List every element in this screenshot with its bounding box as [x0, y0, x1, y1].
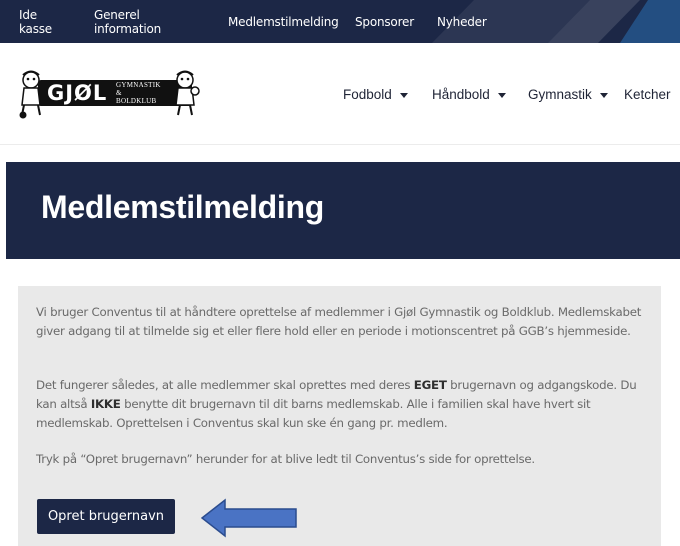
topnav-nyheder[interactable]: Nyheder	[437, 15, 487, 29]
chevron-down-icon	[599, 92, 608, 98]
rules-paragraph: Det fungerer således, at alle medlemmer …	[36, 376, 648, 433]
page-title-banner: Medlemstilmelding	[6, 162, 680, 259]
nav-handbold-label: Håndbold	[432, 87, 490, 102]
topnav-medlemstilmelding[interactable]: Medlemstilmelding	[228, 15, 339, 29]
site-header: GJØL GYMNASTIK & BOLDKLUB Fodbold Håndbo…	[0, 43, 680, 145]
nav-gymnastik-label: Gymnastik	[528, 87, 592, 102]
logo-name: GJØL	[47, 81, 108, 105]
nav-fodbold[interactable]: Fodbold	[343, 87, 408, 102]
nav-ketcher-label: Ketcher	[624, 87, 671, 102]
instruction-paragraph: Tryk på “Opret brugernavn” herunder for …	[36, 452, 535, 466]
mascot-left-icon	[19, 70, 41, 119]
logo-subtitle: GYMNASTIK & BOLDKLUB	[116, 81, 161, 105]
membership-info-panel: Vi bruger Conventus til at håndtere opre…	[18, 286, 661, 546]
page-title: Medlemstilmelding	[41, 189, 324, 225]
chevron-down-icon	[497, 92, 506, 98]
nav-ketcher[interactable]: Ketcher	[624, 87, 671, 102]
chevron-down-icon	[399, 92, 408, 98]
logo-sub-line-3: BOLDKLUB	[116, 97, 157, 105]
logo-sub-line-2: &	[116, 89, 122, 97]
topnav-generel-information[interactable]: Generel information	[94, 8, 161, 36]
rules-bold-eget: EGET	[413, 378, 447, 392]
rules-text-a: Det fungerer således, at alle medlemmer …	[36, 378, 414, 392]
intro-paragraph: Vi bruger Conventus til at håndtere opre…	[36, 305, 642, 338]
nav-fodbold-label: Fodbold	[343, 87, 392, 102]
arrow-left-icon	[201, 498, 297, 538]
club-logo[interactable]: GJØL GYMNASTIK & BOLDKLUB	[16, 69, 200, 119]
mascot-right-icon	[175, 70, 200, 116]
topnav-sponsorer[interactable]: Sponsorer	[355, 15, 414, 29]
rules-bold-ikke: IKKE	[90, 397, 121, 411]
nav-gymnastik[interactable]: Gymnastik	[528, 87, 608, 102]
nav-handbold[interactable]: Håndbold	[432, 87, 506, 102]
top-bar: Ide kasse Generel information Medlemstil…	[0, 0, 680, 43]
topnav-ide-kasse[interactable]: Ide kasse	[19, 8, 52, 36]
logo-sub-line-1: GYMNASTIK	[116, 81, 161, 89]
create-username-button[interactable]: Opret brugernavn	[37, 499, 175, 534]
